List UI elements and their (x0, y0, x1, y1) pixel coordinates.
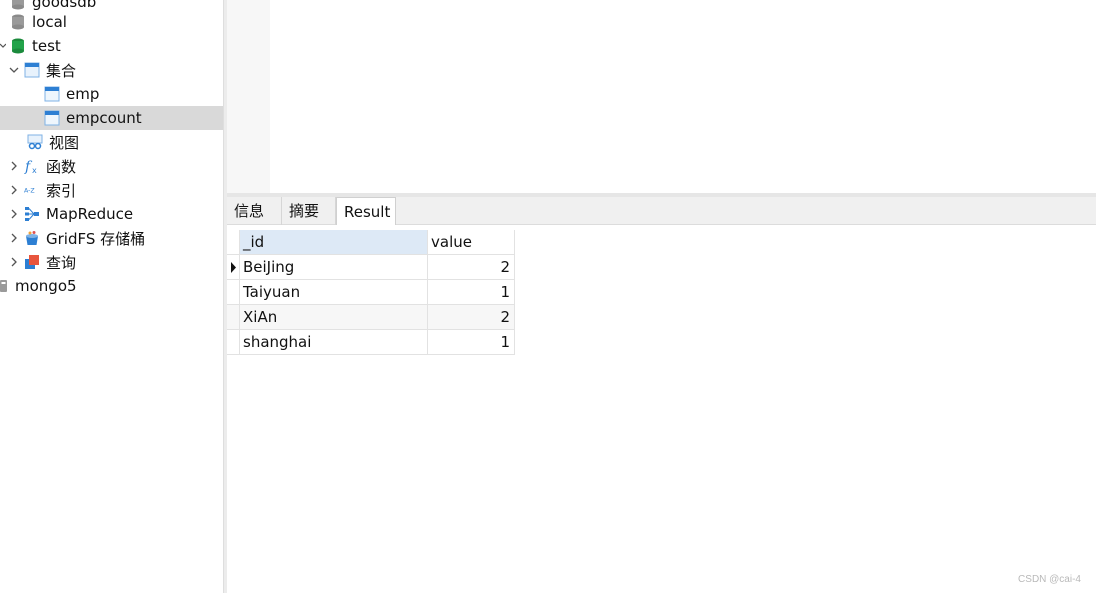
connection-icon (0, 278, 10, 294)
chevron-down-icon[interactable] (0, 40, 6, 52)
row-header[interactable] (227, 280, 240, 305)
tree-item-label: 查询 (46, 253, 77, 272)
tree-item-label: local (32, 13, 67, 31)
query-icon (24, 254, 40, 270)
cell-id[interactable]: BeiJing (240, 255, 428, 280)
navigation-tree: goodsdb local test 集合 emp empcount 视图 f … (0, 0, 223, 593)
chevron-right-icon[interactable] (8, 256, 20, 268)
tree-item-collections[interactable]: 集合 (0, 58, 223, 82)
column-header-value[interactable]: value (428, 230, 515, 255)
chevron-right-icon[interactable] (8, 160, 20, 172)
svg-text:A-Z: A-Z (24, 188, 35, 195)
tree-item-label: 函数 (46, 157, 77, 176)
query-editor[interactable] (270, 0, 1096, 193)
cell-value[interactable]: 2 (428, 305, 515, 330)
tab-result[interactable]: Result (336, 197, 396, 225)
database-active-icon (10, 38, 26, 54)
result-tab-bar: 信息 摘要 Result (227, 197, 1096, 225)
row-header[interactable] (227, 305, 240, 330)
chevron-right-icon[interactable] (8, 184, 20, 196)
cell-id[interactable]: XiAn (240, 305, 428, 330)
tree-item-label: 集合 (46, 61, 77, 80)
tree-item-label: MapReduce (46, 205, 134, 223)
row-header[interactable] (227, 330, 240, 355)
row-header[interactable] (227, 255, 240, 280)
tree-item-label: GridFS 存储桶 (46, 229, 146, 248)
tree-item-mapreduce[interactable]: MapReduce (0, 202, 223, 226)
watermark: CSDN @cai-4 (1018, 574, 1081, 585)
tab-summary[interactable]: 摘要 (282, 197, 336, 225)
cell-value[interactable]: 2 (428, 255, 515, 280)
chevron-right-icon[interactable] (8, 208, 20, 220)
tree-item-test[interactable]: test (0, 34, 223, 58)
database-icon (10, 0, 26, 10)
tree-item-empcount[interactable]: empcount (0, 106, 223, 130)
tree-item-label: test (32, 37, 61, 55)
gridfs-bucket-icon (24, 230, 40, 246)
column-header-id[interactable]: _id (240, 230, 428, 255)
tree-item-mongo5[interactable]: mongo5 (0, 274, 223, 298)
chevron-right-icon[interactable] (8, 232, 20, 244)
tree-item-label: empcount (66, 109, 142, 127)
tree-item-label: mongo5 (15, 277, 77, 295)
cell-id[interactable]: shanghai (240, 330, 428, 355)
tree-item-gridfs[interactable]: GridFS 存储桶 (0, 226, 223, 250)
cell-value[interactable]: 1 (428, 330, 515, 355)
tree-item-functions[interactable]: fx 函数 (0, 154, 223, 178)
tab-info[interactable]: 信息 (227, 197, 282, 225)
editor-line-gutter (227, 0, 270, 193)
function-icon: fx (24, 158, 40, 174)
mapreduce-icon (24, 206, 40, 222)
tree-item-emp[interactable]: emp (0, 82, 223, 106)
index-icon: A-Z (24, 182, 40, 198)
view-icon (27, 134, 43, 150)
current-row-marker-icon (231, 262, 236, 273)
row-header-corner[interactable] (227, 230, 240, 255)
tree-item-queries[interactable]: 查询 (0, 250, 223, 274)
cell-id[interactable]: Taiyuan (240, 280, 428, 305)
tree-item-local[interactable]: local (0, 10, 223, 34)
tree-item-indexes[interactable]: A-Z 索引 (0, 178, 223, 202)
tree-item-label: 视图 (49, 133, 80, 152)
cell-value[interactable]: 1 (428, 280, 515, 305)
tree-item-views[interactable]: 视图 (0, 130, 223, 154)
tree-item-label: emp (66, 85, 100, 103)
database-icon (10, 14, 26, 30)
collection-icon (44, 110, 60, 126)
collection-icon (44, 86, 60, 102)
svg-text:x: x (32, 166, 37, 174)
tree-item-label: 索引 (46, 181, 77, 200)
chevron-down-icon[interactable] (8, 64, 20, 76)
collection-folder-icon (24, 62, 40, 78)
